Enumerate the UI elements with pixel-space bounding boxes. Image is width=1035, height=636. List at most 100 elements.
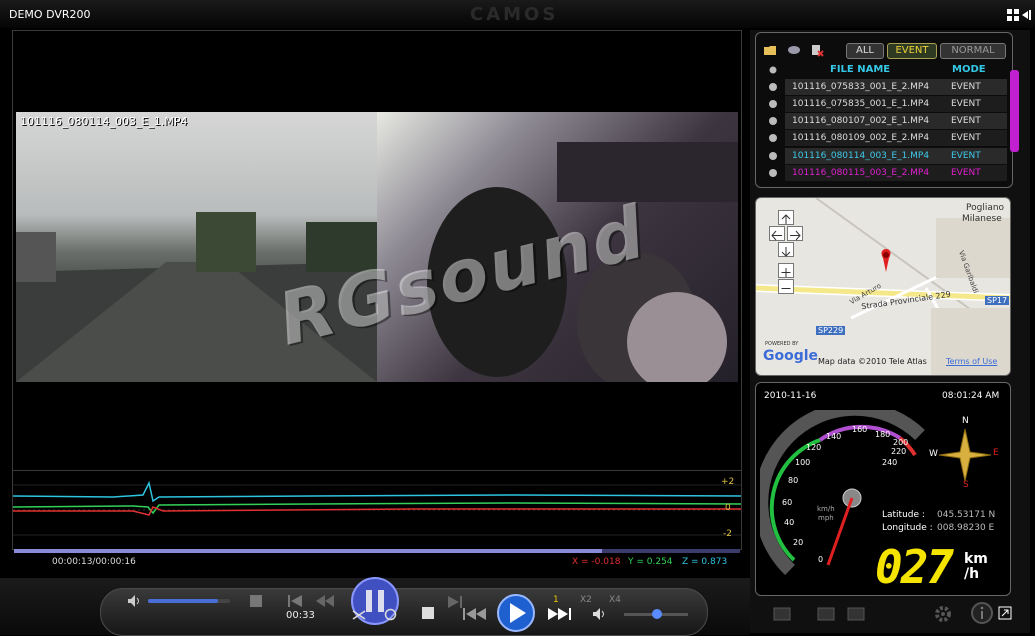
list-item[interactable]: 101116_080114_003_E_1.MP4 EVENT — [763, 148, 1009, 164]
zoom-in-button[interactable] — [778, 263, 794, 278]
speed-2x[interactable]: X2 — [580, 595, 592, 605]
speed-unit-km: km — [964, 551, 988, 567]
compass-icon — [938, 428, 992, 482]
gauge-unit-mph: mph — [818, 514, 834, 522]
map-terms-link[interactable]: Terms of Use — [946, 357, 997, 366]
map-panel[interactable]: Pogliano Milanese Strada Provinciale 229… — [755, 197, 1011, 376]
timecode: 00:00:13/00:00:16 — [52, 557, 136, 567]
info-icon[interactable] — [971, 602, 993, 624]
compass-south: S — [963, 480, 969, 490]
map-town-label: Pogliano — [966, 203, 1005, 213]
list-item[interactable]: 101116_080107_002_E_1.MP4 EVENT — [763, 113, 1009, 129]
pan-left-button[interactable] — [769, 226, 785, 241]
row-status-icon — [769, 100, 777, 108]
pan-up-button[interactable] — [778, 210, 794, 225]
speed-unit-h: /h — [964, 566, 980, 582]
tab-event[interactable]: EVENT — [887, 43, 937, 59]
compass-north: N — [962, 416, 969, 426]
settings-gear-icon[interactable] — [933, 604, 953, 624]
gauge-tick: 60 — [782, 498, 793, 507]
shuffle-icon[interactable] — [352, 608, 366, 622]
gsensor-graph: +2 0 -2 — [12, 470, 742, 550]
rewind-icon[interactable] — [316, 595, 334, 607]
volume-slider[interactable] — [148, 599, 230, 603]
layout-grid-icon[interactable] — [1006, 8, 1020, 22]
pan-down-button[interactable] — [778, 242, 794, 257]
arrow-down-icon — [781, 247, 791, 257]
gauge-tick: 140 — [826, 432, 842, 441]
list-item[interactable]: 101116_080115_003_E_2.MP4 EVENT — [763, 165, 1009, 181]
list-scrollbar[interactable] — [1010, 70, 1019, 152]
gauge-tick: 120 — [806, 443, 822, 452]
clock-label: 08:01:24 AM — [942, 391, 1000, 401]
skip-back-icon[interactable] — [288, 595, 302, 607]
channel1-icon[interactable] — [817, 604, 835, 622]
row-status-icon — [769, 134, 777, 142]
list-item[interactable]: 101116_080109_002_E_2.MP4 EVENT — [763, 130, 1009, 146]
row-mode: EVENT — [947, 148, 1007, 164]
row-status-icon — [769, 169, 777, 177]
arrow-left-icon — [771, 230, 782, 241]
speaker-icon[interactable] — [592, 607, 608, 621]
stop-icon[interactable] — [422, 607, 434, 619]
stop-small-icon[interactable] — [250, 595, 262, 607]
header-dot-icon — [769, 66, 777, 74]
time-display: 00:33 — [286, 610, 315, 621]
plus-icon — [781, 268, 791, 277]
row-mode: EVENT — [947, 113, 1007, 129]
arrow-up-icon — [781, 214, 791, 224]
z-axis-value: Z = 0.873 — [682, 557, 728, 567]
window-title: DEMO DVR200 — [9, 8, 91, 21]
row-file-name: 101116_080107_002_E_1.MP4 — [785, 113, 972, 129]
next-icon[interactable] — [546, 606, 572, 622]
gsensor-z-line — [12, 480, 742, 503]
repeat-icon[interactable] — [383, 607, 398, 622]
jpeg-capture-icon[interactable] — [773, 604, 791, 622]
gauge-tick: 200 — [893, 438, 909, 447]
previous-icon[interactable] — [462, 606, 488, 622]
volume-icon[interactable] — [127, 594, 143, 608]
delete-icon[interactable] — [810, 43, 824, 57]
exit-icon[interactable] — [1020, 8, 1034, 22]
gauge-tick: 220 — [891, 447, 907, 456]
latitude-value: 045.53171 N — [937, 510, 996, 520]
minus-icon — [781, 288, 791, 289]
longitude-value: 008.98230 E — [937, 523, 995, 533]
expand-icon[interactable] — [998, 606, 1012, 620]
graph-zero-label: 0 — [725, 503, 731, 513]
arrow-right-icon — [790, 230, 801, 241]
row-status-icon — [769, 83, 777, 91]
speed-4x[interactable]: X4 — [609, 595, 621, 605]
seek-bar-fill — [14, 549, 603, 553]
latitude-label: Latitude : — [882, 510, 925, 520]
gauge-tick: 80 — [788, 476, 799, 485]
gauge-unit-kmh: km/h — [817, 505, 835, 513]
pan-right-button[interactable] — [787, 226, 803, 241]
skip-forward-small-icon[interactable] — [448, 596, 462, 608]
row-status-icon — [769, 117, 777, 125]
gauge-tick: 20 — [793, 538, 804, 547]
compass-west: W — [929, 449, 938, 459]
tab-all[interactable]: ALL — [846, 43, 884, 59]
list-item[interactable]: 101116_075833_001_E_2.MP4 EVENT — [763, 79, 1009, 95]
list-item[interactable]: 101116_075835_001_E_1.MP4 EVENT — [763, 96, 1009, 112]
zoom-out-button[interactable] — [778, 279, 794, 294]
google-logo: Google — [763, 348, 819, 364]
map-copyright: Map data ©2010 Tele Atlas — [818, 357, 927, 366]
title-bar: DEMO DVR200 CAMOS — [0, 0, 1035, 28]
disk-icon[interactable] — [787, 43, 801, 57]
gauge-tick: 0 — [818, 555, 824, 564]
folder-icon[interactable] — [763, 43, 777, 57]
play-button[interactable] — [496, 593, 536, 633]
speed-1x[interactable]: 1 — [553, 595, 559, 605]
compass-east: E — [993, 448, 999, 458]
seek-bar[interactable] — [14, 549, 740, 553]
row-file-name: 101116_080114_003_E_1.MP4 — [785, 148, 972, 164]
balance-knob[interactable] — [652, 609, 662, 619]
row-mode: EVENT — [947, 165, 1007, 181]
tab-normal[interactable]: NORMAL — [940, 43, 1006, 59]
brand-logo: CAMOS — [470, 4, 559, 25]
channel2-icon[interactable] — [847, 604, 865, 622]
gauge-tick: 240 — [882, 458, 898, 467]
gsensor-plot — [12, 480, 742, 536]
